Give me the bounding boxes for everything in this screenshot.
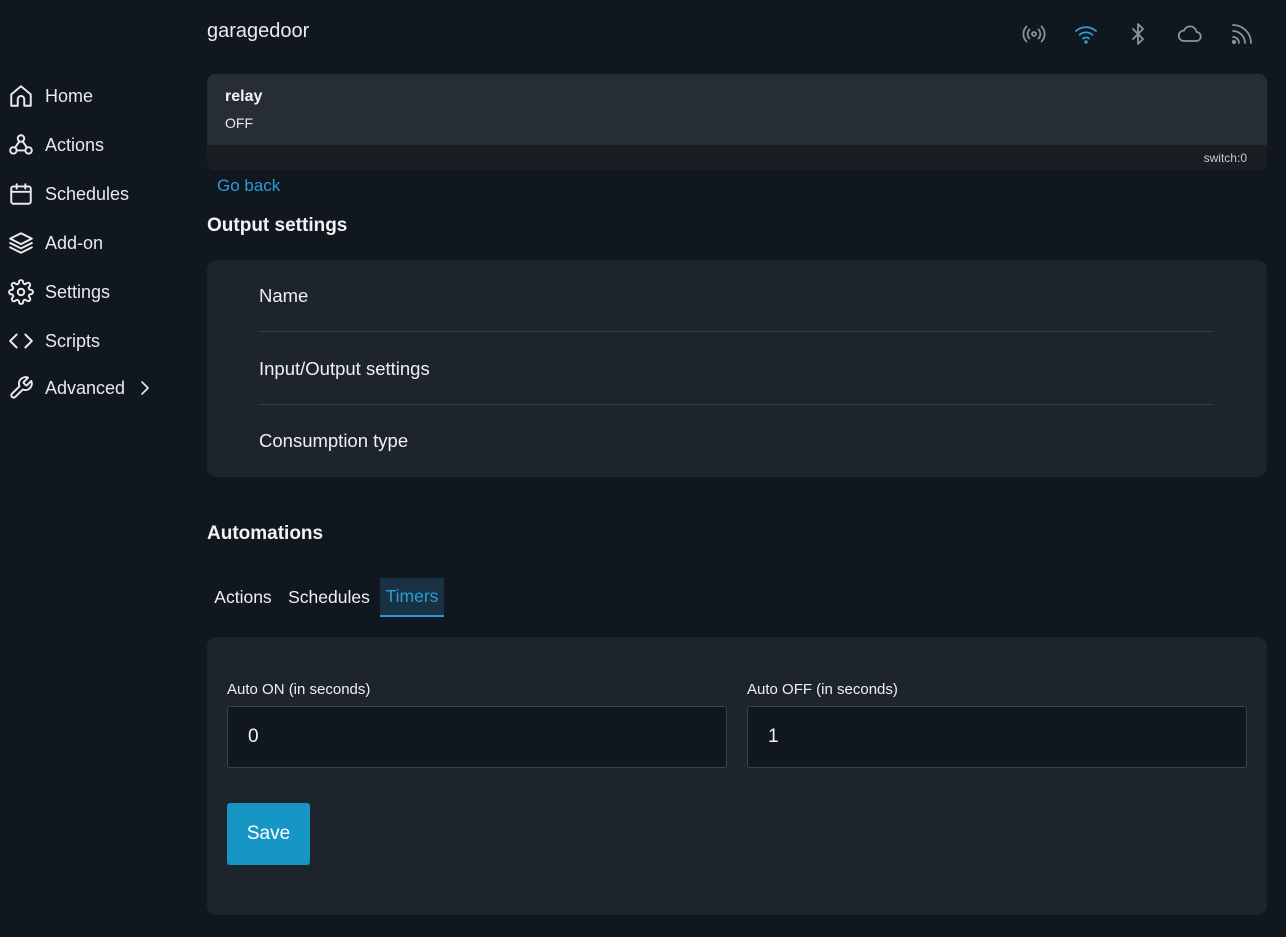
relay-name: relay — [225, 88, 263, 105]
relay-id: switch:0 — [1203, 151, 1247, 165]
tab-schedules[interactable]: Schedules — [285, 578, 373, 617]
page-title: garagedoor — [207, 20, 310, 42]
sidebar-item-label: Schedules — [45, 183, 130, 204]
sidebar-item-label: Home — [45, 85, 94, 106]
automations-title: Automations — [207, 523, 324, 544]
cloud-icon — [1176, 20, 1204, 48]
layers-icon — [9, 232, 33, 254]
sidebar-item-advanced[interactable]: Advanced — [8, 371, 151, 405]
sidebar-item-label: Add-on — [45, 232, 104, 253]
setting-row-name[interactable]: Name — [259, 260, 1213, 332]
output-settings-card: Name Input/Output settings Consumption t… — [207, 260, 1267, 477]
auto-off-label: Auto OFF (in seconds) — [747, 681, 898, 698]
relay-footer: switch:0 — [207, 145, 1267, 170]
sidebar-item-label: Scripts — [45, 330, 101, 351]
auto-on-label: Auto ON (in seconds) — [227, 681, 371, 698]
calendar-icon — [10, 183, 32, 205]
go-back-link[interactable]: Go back — [217, 176, 280, 196]
timers-card: Auto ON (in seconds) Auto OFF (in second… — [207, 637, 1267, 915]
tab-timers[interactable]: Timers — [380, 578, 444, 617]
sidebar-item-settings[interactable]: Settings — [8, 275, 110, 309]
wrench-icon — [10, 376, 33, 399]
setting-row-io[interactable]: Input/Output settings — [259, 333, 1213, 405]
rss-icon — [1228, 20, 1256, 48]
code-icon — [9, 333, 33, 349]
sidebar-item-label: Advanced — [45, 377, 126, 398]
gear-icon — [8, 279, 34, 305]
sidebar: Home Actions Schedules Add-on Settings S… — [0, 0, 190, 937]
tab-actions[interactable]: Actions — [207, 578, 279, 617]
wifi-icon — [1072, 20, 1100, 48]
relay-card[interactable]: relay OFF switch:0 — [207, 74, 1267, 170]
relay-state: OFF — [225, 115, 253, 131]
broadcast-icon — [1020, 20, 1048, 48]
sidebar-item-scripts[interactable]: Scripts — [8, 324, 100, 358]
sidebar-item-add-on[interactable]: Add-on — [8, 226, 103, 260]
status-icons — [1020, 20, 1260, 48]
bluetooth-icon — [1124, 20, 1152, 48]
webhook-icon — [9, 134, 33, 155]
save-button[interactable]: Save — [227, 803, 310, 865]
sidebar-item-home[interactable]: Home — [8, 79, 93, 113]
sidebar-item-actions[interactable]: Actions — [8, 128, 104, 162]
sidebar-item-label: Actions — [45, 134, 105, 155]
output-settings-title: Output settings — [207, 215, 348, 236]
auto-off-input[interactable] — [747, 706, 1247, 768]
home-icon — [10, 85, 32, 107]
sidebar-item-schedules[interactable]: Schedules — [8, 177, 129, 211]
auto-on-input[interactable] — [227, 706, 727, 768]
chevron-right-icon — [139, 380, 151, 396]
setting-row-consumption[interactable]: Consumption type — [259, 405, 1213, 477]
sidebar-item-label: Settings — [45, 281, 111, 302]
